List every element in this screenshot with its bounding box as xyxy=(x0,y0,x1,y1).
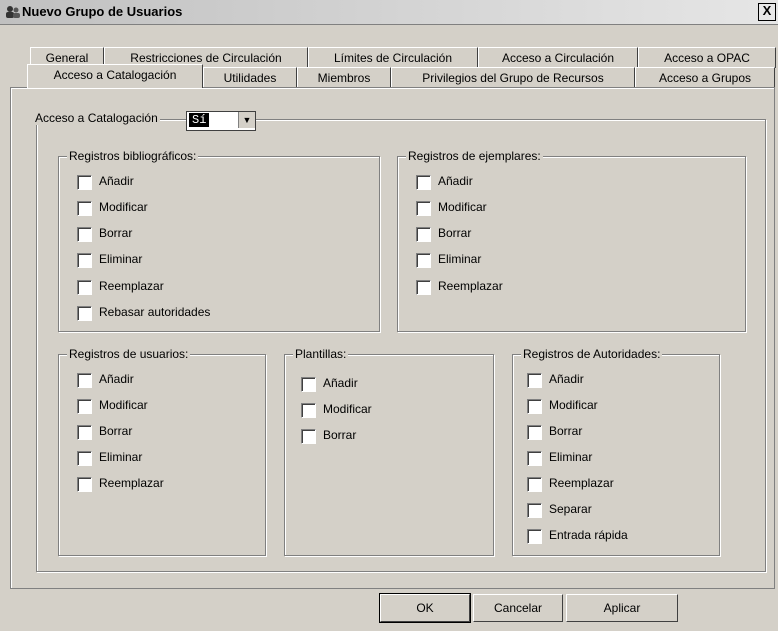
checkbox[interactable] xyxy=(77,425,92,440)
tab-miembros[interactable]: Miembros xyxy=(297,67,391,88)
checkbox[interactable] xyxy=(301,377,316,392)
checkbox-label: Modificar xyxy=(323,402,372,416)
checkbox[interactable] xyxy=(77,306,92,321)
checkbox-label: Añadir xyxy=(549,372,584,386)
apply-button[interactable]: Aplicar xyxy=(566,594,678,622)
chevron-down-icon[interactable]: ▼ xyxy=(238,112,255,128)
title-bar: Nuevo Grupo de Usuarios X xyxy=(0,0,778,25)
group-title: Registros de Autoridades: xyxy=(521,347,663,361)
checkbox[interactable] xyxy=(77,477,92,492)
checkbox-label: Modificar xyxy=(99,200,148,214)
registros-bibliograficos-group: Registros bibliográficos: Añadir Modific… xyxy=(58,149,380,332)
checkbox-label: Modificar xyxy=(99,398,148,412)
checkbox-label: Añadir xyxy=(323,376,358,390)
checkbox[interactable] xyxy=(77,280,92,295)
select-value: Sí xyxy=(189,113,210,127)
tab-acceso-catalogacion[interactable]: Acceso a Catalogación xyxy=(27,64,203,88)
checkbox-label: Eliminar xyxy=(99,252,143,266)
checkbox[interactable] xyxy=(527,451,542,466)
checkbox[interactable] xyxy=(527,399,542,414)
checkbox-label: Eliminar xyxy=(549,450,593,464)
registros-ejemplares-group: Registros de ejemplares: Añadir Modifica… xyxy=(397,149,746,332)
checkbox-label: Borrar xyxy=(438,226,472,240)
checkbox-label: Reemplazar xyxy=(549,476,614,490)
checkbox-label: Borrar xyxy=(323,428,357,442)
group-title: Registros de ejemplares: xyxy=(406,149,543,163)
checkbox-label: Borrar xyxy=(549,424,583,438)
tab-acceso-opac[interactable]: Acceso a OPAC xyxy=(638,47,776,68)
checkbox[interactable] xyxy=(416,280,431,295)
cancel-button[interactable]: Cancelar xyxy=(473,594,563,622)
checkbox[interactable] xyxy=(527,425,542,440)
checkbox-label: Reemplazar xyxy=(99,279,164,293)
close-button[interactable]: X xyxy=(758,3,776,21)
checkbox[interactable] xyxy=(77,253,92,268)
checkbox[interactable] xyxy=(527,503,542,518)
checkbox-label: Reemplazar xyxy=(438,279,503,293)
tab-utilidades[interactable]: Utilidades xyxy=(203,67,297,88)
acceso-catalogacion-select[interactable]: Sí ▼ xyxy=(186,111,256,131)
checkbox[interactable] xyxy=(77,175,92,190)
tab-privilegios-grupo-recursos[interactable]: Privilegios del Grupo de Recursos xyxy=(391,67,635,88)
checkbox-label: Reemplazar xyxy=(99,476,164,490)
tab-acceso-grupos[interactable]: Acceso a Grupos xyxy=(635,67,775,88)
checkbox[interactable] xyxy=(77,201,92,216)
checkbox-label: Modificar xyxy=(549,398,598,412)
group-title: Registros de usuarios: xyxy=(67,347,191,361)
group-title: Registros bibliográficos: xyxy=(67,149,199,163)
checkbox[interactable] xyxy=(77,373,92,388)
checkbox-label: Eliminar xyxy=(99,450,143,464)
checkbox[interactable] xyxy=(301,429,316,444)
checkbox-label: Rebasar autoridades xyxy=(99,305,211,319)
users-icon xyxy=(6,6,20,18)
checkbox-label: Separar xyxy=(549,502,592,516)
registros-autoridades-group: Registros de Autoridades: Añadir Modific… xyxy=(512,347,720,556)
checkbox-label: Borrar xyxy=(99,424,133,438)
ok-button[interactable]: OK xyxy=(379,593,471,623)
checkbox[interactable] xyxy=(301,403,316,418)
checkbox-label: Entrada rápida xyxy=(549,528,628,542)
checkbox[interactable] xyxy=(527,477,542,492)
registros-usuarios-group: Registros de usuarios: Añadir Modificar … xyxy=(58,347,266,556)
checkbox-label: Añadir xyxy=(99,372,134,386)
checkbox-label: Añadir xyxy=(99,174,134,188)
checkbox[interactable] xyxy=(416,227,431,242)
checkbox[interactable] xyxy=(77,399,92,414)
checkbox[interactable] xyxy=(527,373,542,388)
window-title: Nuevo Grupo de Usuarios xyxy=(22,4,183,19)
checkbox[interactable] xyxy=(77,227,92,242)
tab-acceso-circulacion[interactable]: Acceso a Circulación xyxy=(478,47,638,68)
checkbox-label: Borrar xyxy=(99,226,133,240)
group-title: Plantillas: xyxy=(293,347,349,361)
checkbox[interactable] xyxy=(527,529,542,544)
checkbox-label: Modificar xyxy=(438,200,487,214)
plantillas-group: Plantillas: Añadir Modificar Borrar xyxy=(284,347,494,556)
checkbox-label: Eliminar xyxy=(438,252,482,266)
checkbox-label: Añadir xyxy=(438,174,473,188)
checkbox[interactable] xyxy=(416,175,431,190)
checkbox[interactable] xyxy=(416,201,431,216)
checkbox[interactable] xyxy=(416,253,431,268)
checkbox[interactable] xyxy=(77,451,92,466)
acceso-catalogacion-label: Acceso a Catalogación xyxy=(33,111,160,125)
tab-limites-circulacion[interactable]: Límites de Circulación xyxy=(308,47,478,68)
